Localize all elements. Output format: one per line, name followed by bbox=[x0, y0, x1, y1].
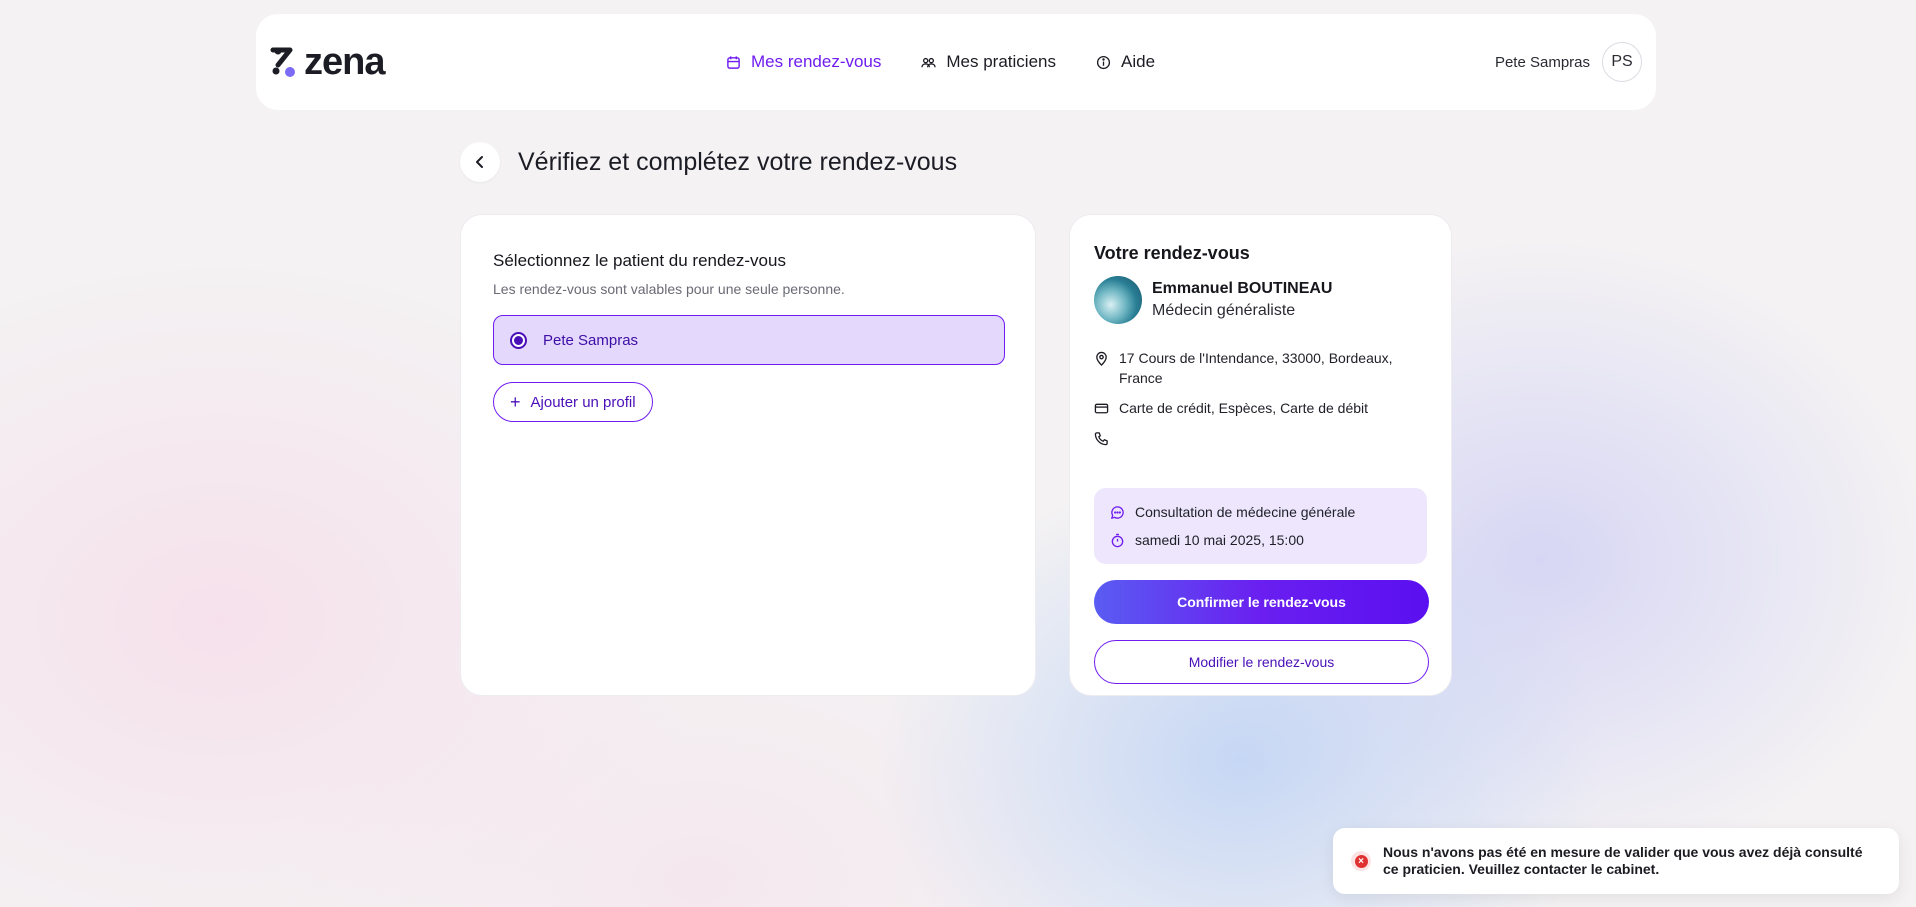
modify-appointment-button[interactable]: Modifier le rendez-vous bbox=[1094, 640, 1429, 684]
payment-methods: Carte de crédit, Espèces, Carte de débit bbox=[1119, 400, 1369, 416]
appointment-datetime: samedi 10 mai 2025, 15:00 bbox=[1135, 532, 1304, 548]
radio-selected[interactable] bbox=[510, 331, 527, 349]
nav-item-mes-rendez-vous[interactable]: Mes rendez-vous bbox=[726, 52, 881, 72]
phone-row bbox=[1094, 428, 1427, 446]
toast-message: Nous n'avons pas été en mesure de valide… bbox=[1383, 844, 1863, 877]
plus-icon: + bbox=[510, 392, 521, 412]
patient-section-title: Sélectionnez le patient du rendez-vous bbox=[493, 251, 786, 270]
nav-item-aide[interactable]: Aide bbox=[1096, 52, 1155, 72]
address-text: 17 Cours de l'Intendance, 33000, Bordeau… bbox=[1119, 350, 1393, 386]
consultation-type-row: Consultation de médecine générale bbox=[1110, 498, 1411, 526]
info-icon bbox=[1096, 55, 1111, 69]
zena-logo-icon bbox=[270, 47, 295, 77]
calendar-icon bbox=[727, 55, 740, 69]
chat-bubble-icon bbox=[1110, 505, 1124, 519]
patient-option-selected[interactable]: Pete Sampras bbox=[493, 315, 1005, 365]
appointment-title: Votre rendez-vous bbox=[1094, 243, 1250, 263]
nav-item-mes-praticiens[interactable]: Mes praticiens bbox=[921, 52, 1056, 72]
doctor-info: Emmanuel BOUTINEAU Médecin généraliste bbox=[1094, 276, 1427, 324]
phone-icon bbox=[1094, 432, 1108, 446]
brand-name: zena bbox=[304, 40, 385, 83]
avatar[interactable]: PS bbox=[1602, 42, 1642, 82]
add-profile-label: Ajouter un profil bbox=[530, 393, 636, 411]
consultation-type: Consultation de médecine générale bbox=[1135, 504, 1356, 520]
credit-card-icon bbox=[1094, 403, 1109, 414]
error-icon: × bbox=[1351, 851, 1371, 871]
address-row: 17 Cours de l'Intendance, 33000, Bordeau… bbox=[1094, 348, 1427, 388]
error-toast: × Nous n'avons pas été en mesure de vali… bbox=[1333, 828, 1899, 894]
nav-item-label: Aide bbox=[1121, 52, 1156, 71]
brand-logo[interactable]: zena bbox=[270, 40, 385, 84]
back-button[interactable] bbox=[460, 142, 500, 182]
location-pin-icon bbox=[1096, 351, 1107, 366]
main-nav: Mes rendez-vous Mes praticiens Aide bbox=[726, 14, 1155, 110]
user-name: Pete Sampras bbox=[1494, 53, 1590, 71]
user-menu[interactable]: Pete Sampras PS bbox=[1495, 14, 1642, 110]
people-icon bbox=[921, 57, 937, 67]
add-profile-button[interactable]: + Ajouter un profil bbox=[493, 382, 653, 422]
nav-item-label: Mes praticiens bbox=[946, 52, 1056, 71]
datetime-row: samedi 10 mai 2025, 15:00 bbox=[1110, 526, 1411, 554]
patient-selection-card: Sélectionnez le patient du rendez-vous L… bbox=[460, 214, 1036, 696]
page-title: Vérifiez et complétez votre rendez-vous bbox=[518, 147, 958, 176]
doctor-photo bbox=[1094, 276, 1142, 324]
nav-item-label: Mes rendez-vous bbox=[751, 52, 882, 71]
patient-name: Pete Sampras bbox=[543, 331, 639, 349]
doctor-specialty: Médecin généraliste bbox=[1152, 302, 1296, 319]
appointment-details-box: Consultation de médecine générale samedi… bbox=[1094, 488, 1427, 564]
payment-row: Carte de crédit, Espèces, Carte de débit bbox=[1094, 398, 1427, 418]
top-header: zena Mes rendez-vous Mes praticiens Aide… bbox=[256, 14, 1656, 110]
stopwatch-icon bbox=[1111, 533, 1124, 547]
page-title-row: Vérifiez et complétez votre rendez-vous bbox=[460, 142, 957, 182]
appointment-summary-card: Votre rendez-vous Emmanuel BOUTINEAU Méd… bbox=[1069, 214, 1452, 696]
patient-section-subtitle: Les rendez-vous sont valables pour une s… bbox=[493, 281, 845, 297]
chevron-left-icon bbox=[476, 156, 483, 168]
confirm-appointment-button[interactable]: Confirmer le rendez-vous bbox=[1094, 580, 1429, 624]
doctor-name: Emmanuel BOUTINEAU bbox=[1152, 280, 1333, 297]
